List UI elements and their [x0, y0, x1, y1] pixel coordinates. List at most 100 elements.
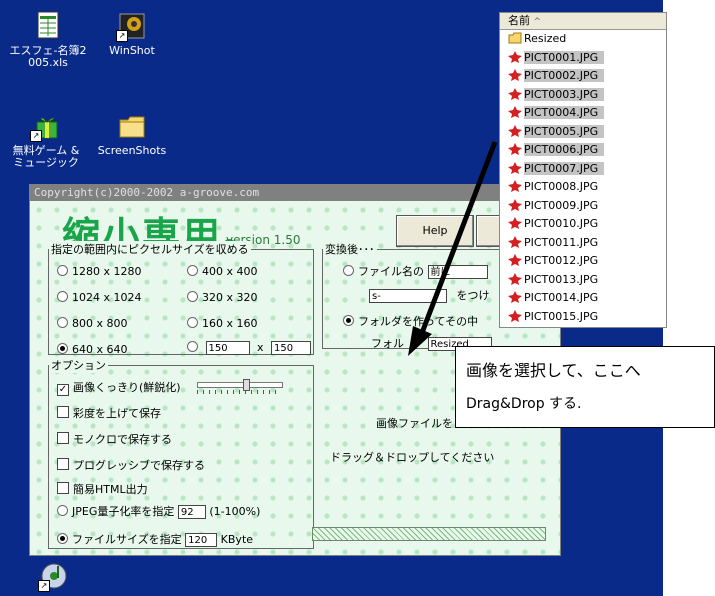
list-item-file[interactable]: PICT0006.JPG	[500, 141, 666, 160]
list-item-file[interactable]: PICT0008.JPG	[500, 178, 666, 197]
icon-label-2: 005.xls	[28, 56, 68, 69]
image-file-icon	[508, 309, 522, 322]
drop-hint-line1: 画像ファイルを	[376, 417, 453, 430]
list-item-file[interactable]: PICT0004.JPG	[500, 104, 666, 123]
prefix-input[interactable]: s-	[369, 289, 447, 303]
file-name: PICT0003.JPG	[524, 87, 605, 101]
file-name: PICT0015.JPG	[524, 309, 599, 323]
slider-track	[197, 382, 283, 388]
file-name: PICT0010.JPG	[524, 217, 599, 230]
image-file-icon	[508, 291, 522, 303]
list-item-file[interactable]: PICT0010.JPG	[500, 215, 666, 234]
image-file-icon	[508, 217, 522, 229]
jpeg-quality-input[interactable]: 92	[177, 505, 206, 519]
image-file-icon	[508, 161, 522, 174]
app-titlebar[interactable]: Copyright(c)2000-2002 a-groove.com	[30, 185, 560, 201]
custom-height-input[interactable]: 150	[271, 341, 312, 355]
mono-checkbox[interactable]: モノクロで保存する	[57, 431, 172, 447]
checkbox-icon	[57, 458, 69, 470]
list-item-file[interactable]: PICT0012.JPG	[500, 252, 666, 271]
image-file-icon	[508, 124, 522, 137]
size-option-1024[interactable]: 1024 x 1024	[57, 291, 142, 304]
list-item-file[interactable]: PICT0002.JPG	[500, 67, 666, 86]
list-item-file[interactable]: PICT0009.JPG	[500, 197, 666, 216]
size-option-1280[interactable]: 1280 x 1280	[57, 265, 142, 278]
filename-prefix-option[interactable]: ファイル名の 前に	[343, 263, 488, 279]
screenshots-folder[interactable]: ScreenShots	[92, 110, 172, 157]
file-name: PICT0008.JPG	[524, 180, 599, 193]
radio-icon	[187, 341, 198, 352]
image-file-icon	[508, 106, 522, 118]
list-item-file[interactable]: PICT0013.JPG	[500, 271, 666, 290]
file-name: PICT0011.JPG	[524, 235, 599, 249]
shortcut-arrow-icon: ↗	[30, 130, 42, 142]
folder-option[interactable]: フォルダを作ってその中	[343, 313, 478, 329]
list-item-file[interactable]: PICT0016.JPG	[500, 326, 666, 327]
jpeg-quality-option[interactable]: JPEG量子化率を指定 92 (1-100%)	[57, 503, 260, 519]
radio-icon	[187, 265, 198, 276]
prefix-row: s- をつけ	[369, 287, 490, 303]
saturation-checkbox[interactable]: 彩度を上げて保存	[57, 405, 161, 421]
radio-selected-icon	[343, 315, 354, 326]
filesize-option[interactable]: ファイルサイズを指定 120 KByte	[57, 531, 253, 547]
radio-icon	[187, 291, 198, 302]
sharpen-slider[interactable]	[197, 379, 283, 394]
html-output-checkbox[interactable]: 簡易HTML出力	[57, 481, 148, 497]
radio-icon	[187, 317, 198, 328]
progress-bar	[312, 527, 546, 541]
size-option-400[interactable]: 400 x 400	[187, 265, 258, 278]
spreadsheet-icon	[32, 10, 64, 42]
size-option-160[interactable]: 160 x 160	[187, 317, 258, 330]
list-item-file[interactable]: PICT0015.JPG	[500, 308, 666, 327]
sort-ascending-icon: ^	[533, 17, 542, 27]
image-file-icon	[508, 198, 522, 211]
shortcut-arrow-icon: ↗	[116, 30, 128, 42]
file-name: PICT0004.JPG	[524, 106, 605, 119]
jpeg-quality-range: (1-100%)	[209, 505, 261, 518]
size-option-640[interactable]: 640 x 640	[57, 343, 128, 356]
list-item-file[interactable]: PICT0011.JPG	[500, 234, 666, 253]
list-item-file[interactable]: PICT0014.JPG	[500, 289, 666, 308]
size-option-320[interactable]: 320 x 320	[187, 291, 258, 304]
callout-line1: 画像を選択して、ここへ	[466, 361, 641, 380]
file-list-window: 名前 ^ Resized PICT0001.JPG PICT0002.JPG PIC…	[499, 12, 667, 328]
slider-ticks	[197, 390, 281, 394]
instruction-callout: 画像を選択して、ここへ Drag&Drop する.	[455, 346, 715, 428]
excel-file-icon[interactable]: エスフェ-名簿2 005.xls	[8, 10, 88, 69]
image-file-icon	[508, 87, 522, 100]
winshot-shortcut[interactable]: ↗ WinShot	[92, 10, 172, 57]
filesize-input[interactable]: 120	[185, 533, 218, 547]
icon-label-2: ミュージック	[13, 156, 79, 169]
custom-width-input[interactable]: 150	[205, 341, 250, 355]
size-option-800[interactable]: 800 x 800	[57, 317, 128, 330]
sharpen-checkbox[interactable]: ✓ 画像くっきり(鮮鋭化)	[57, 379, 181, 396]
image-file-icon	[508, 69, 522, 81]
shortcut-arrow-icon: ↗	[38, 580, 50, 592]
checkbox-checked-icon: ✓	[57, 384, 69, 396]
winshot-icon: ↗	[116, 10, 148, 42]
name-column-header[interactable]: 名前 ^	[500, 13, 666, 30]
radio-selected-icon	[57, 533, 68, 544]
size-group: 指定の範囲内にピクセルサイズを収める 1280 x 1280 400 x 400…	[48, 241, 314, 356]
filename-position-select[interactable]: 前に	[427, 265, 488, 279]
folder-name-label: フォル	[371, 337, 404, 350]
icon-label: WinShot	[109, 44, 155, 57]
file-name: PICT0001.JPG	[524, 50, 605, 64]
list-item-file[interactable]: PICT0003.JPG	[500, 86, 666, 105]
convert-group-legend: 変換後･･･	[323, 241, 377, 257]
size-option-custom[interactable]: 150 x 150	[187, 341, 312, 355]
checkbox-icon	[57, 482, 69, 494]
gift-box-icon: ↗	[30, 110, 62, 142]
progressive-checkbox[interactable]: プログレッシブで保存する	[57, 457, 205, 473]
list-item-file[interactable]: PICT0007.JPG	[500, 160, 666, 179]
list-item-folder[interactable]: Resized	[500, 30, 666, 49]
image-file-icon	[508, 235, 522, 248]
list-item-file[interactable]: PICT0001.JPG	[500, 49, 666, 68]
music-shortcut[interactable]: ↗	[14, 560, 94, 595]
list-item-file[interactable]: PICT0005.JPG	[500, 123, 666, 142]
games-shortcut[interactable]: ↗ 無料ゲーム & ミュージック	[6, 110, 86, 169]
image-file-icon	[508, 180, 522, 192]
file-name: PICT0014.JPG	[524, 291, 599, 304]
file-name: PICT0002.JPG	[524, 69, 605, 82]
image-file-icon	[508, 272, 522, 285]
